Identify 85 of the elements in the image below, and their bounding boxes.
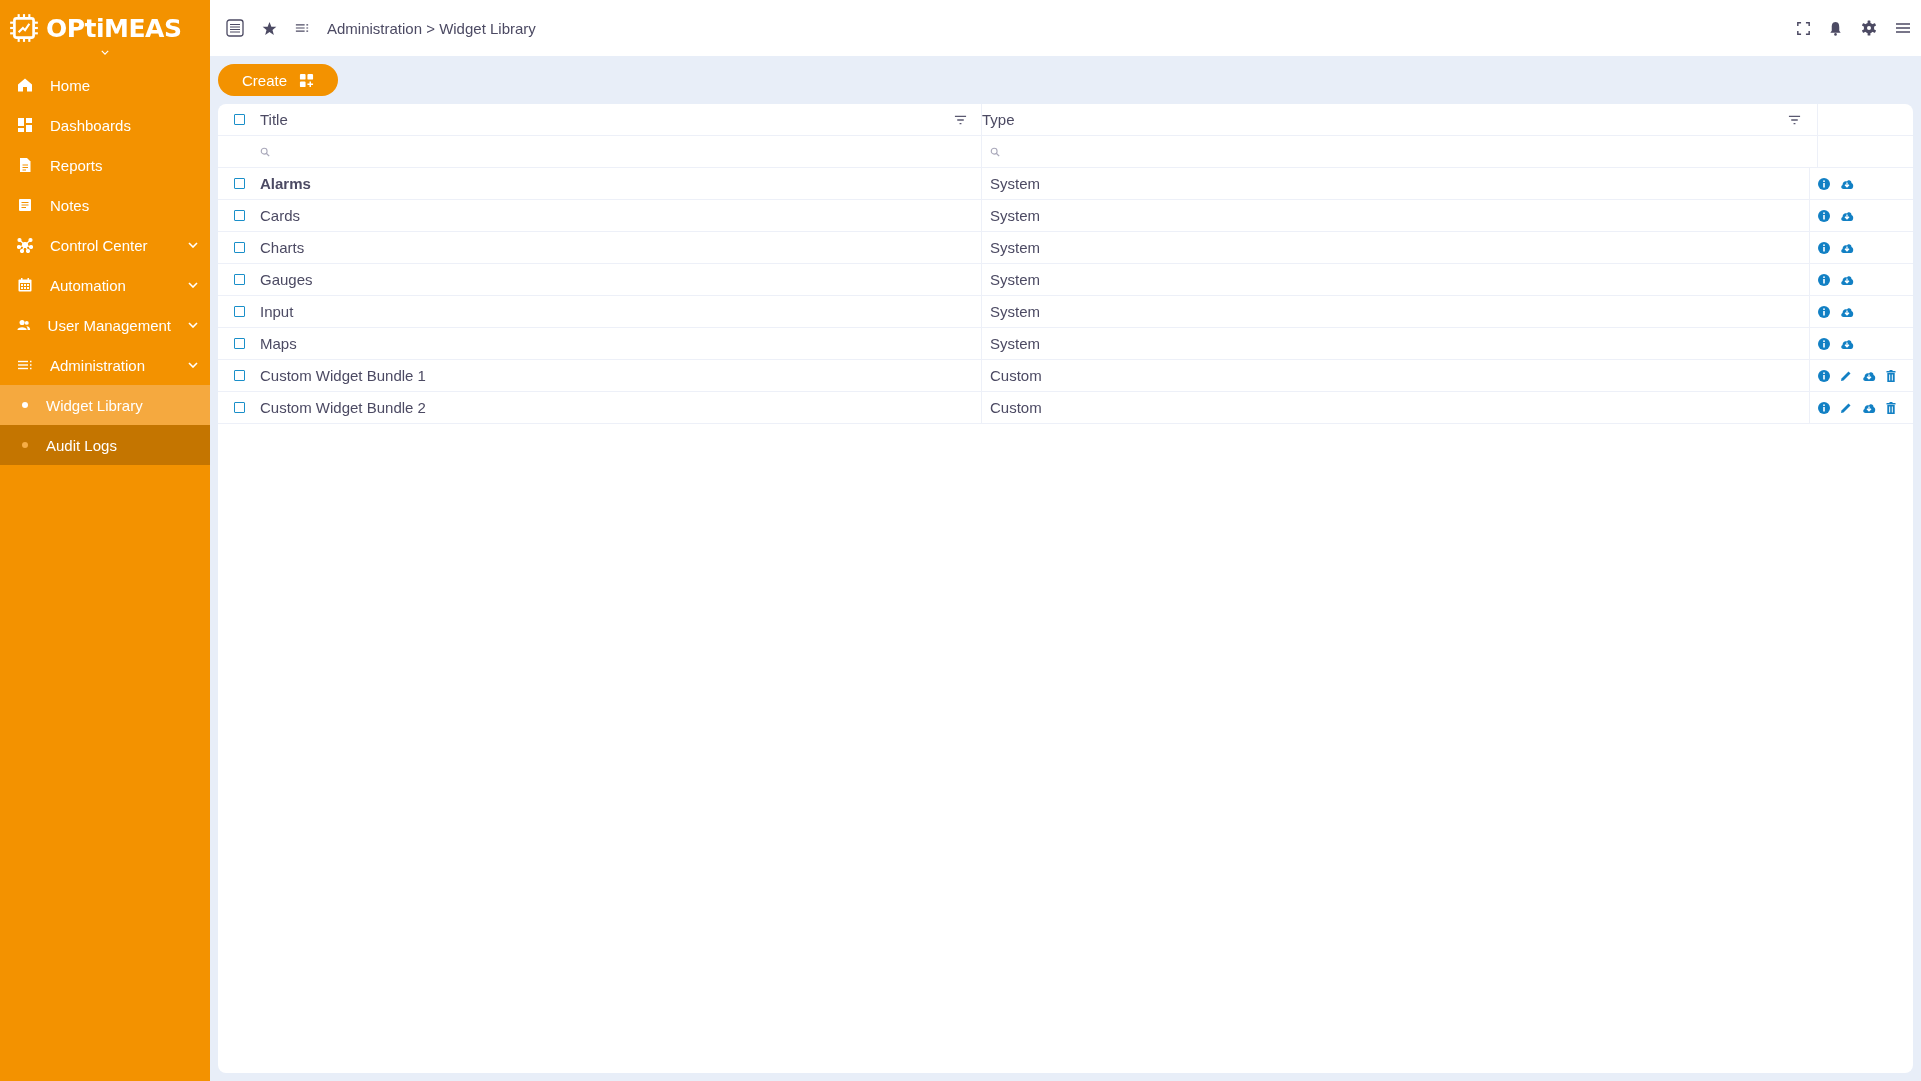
row-checkbox[interactable]: [233, 370, 245, 381]
sidebar-item[interactable]: User Management: [0, 305, 210, 345]
type-cell: Custom: [990, 367, 1042, 384]
title-cell: Gauges: [260, 271, 313, 288]
info-icon[interactable]: [1818, 305, 1830, 318]
info-icon[interactable]: [1818, 177, 1830, 190]
note-icon: [17, 197, 33, 213]
users-icon: [17, 317, 31, 333]
filter-icon[interactable]: [1788, 114, 1801, 125]
sidebar-subitem[interactable]: Audit Logs: [0, 425, 210, 465]
dashboard-icon: [17, 117, 33, 133]
sidebar-item[interactable]: Administration: [0, 345, 210, 385]
cloud-download-icon[interactable]: [1862, 402, 1876, 413]
row-checkbox[interactable]: [233, 274, 245, 285]
title-cell: Custom Widget Bundle 2: [260, 399, 426, 416]
row-checkbox[interactable]: [233, 178, 245, 189]
title-cell: Charts: [260, 239, 305, 256]
cloud-download-icon[interactable]: [1840, 242, 1854, 253]
title-cell: Alarms: [260, 175, 311, 192]
column-header[interactable]: Title: [260, 111, 288, 128]
row-checkbox[interactable]: [233, 402, 245, 413]
info-icon[interactable]: [1818, 369, 1830, 382]
chevron-down-icon[interactable]: [101, 50, 109, 55]
cloud-download-icon[interactable]: [1840, 338, 1854, 349]
network-icon: [17, 237, 33, 253]
cloud-download-icon[interactable]: [1840, 210, 1854, 221]
filter-icon[interactable]: [954, 114, 967, 125]
type-cell: System: [990, 239, 1040, 256]
add-widget-icon: [299, 72, 315, 88]
settings-icon[interactable]: [1861, 20, 1877, 36]
info-icon[interactable]: [1818, 241, 1830, 254]
title-cell: Custom Widget Bundle 1: [260, 367, 426, 384]
cloud-download-icon[interactable]: [1840, 274, 1854, 285]
pencil-icon[interactable]: [1840, 369, 1852, 382]
sidebar-item[interactable]: Automation: [0, 265, 210, 305]
sidebar-item[interactable]: Reports: [0, 145, 210, 185]
type-cell: System: [990, 175, 1040, 192]
trash-icon[interactable]: [1886, 401, 1896, 414]
chevron-down-icon: [188, 322, 198, 328]
row-checkbox[interactable]: [233, 338, 245, 349]
type-cell: System: [990, 271, 1040, 288]
star-icon[interactable]: [262, 20, 277, 36]
sidebar-toggle-icon[interactable]: [226, 19, 244, 37]
home-icon: [17, 77, 33, 93]
select-all-checkbox[interactable]: [233, 114, 245, 125]
sidebar-subitem[interactable]: Widget Library: [0, 385, 210, 425]
document-icon: [17, 157, 33, 173]
info-icon[interactable]: [1818, 337, 1830, 350]
list-icon: [295, 21, 309, 35]
fullscreen-icon[interactable]: [1797, 21, 1810, 35]
cloud-download-icon[interactable]: [1840, 306, 1854, 317]
title-cell: Cards: [260, 207, 300, 224]
row-checkbox[interactable]: [233, 242, 245, 253]
row-checkbox[interactable]: [233, 306, 245, 317]
create-button[interactable]: Create: [218, 64, 339, 96]
chevron-down-icon: [188, 282, 198, 288]
sidebar-item[interactable]: Notes: [0, 185, 210, 225]
chevron-down-icon: [188, 362, 198, 368]
search-icon: [990, 146, 1000, 157]
calendar-icon: [17, 277, 33, 293]
sidebar-item[interactable]: Dashboards: [0, 105, 210, 145]
type-cell: Custom: [990, 399, 1042, 416]
chip-logo-icon: [8, 12, 40, 44]
type-cell: System: [990, 335, 1040, 352]
menu-icon[interactable]: [1895, 20, 1911, 36]
sidebar-item[interactable]: Control Center: [0, 225, 210, 265]
sidebar-item[interactable]: Home: [0, 65, 210, 105]
breadcrumb: Administration > Widget Library: [327, 19, 536, 37]
search-icon: [260, 146, 270, 157]
title-cell: Maps: [260, 335, 297, 352]
type-cell: System: [990, 207, 1040, 224]
trash-icon[interactable]: [1886, 369, 1896, 382]
type-cell: System: [990, 303, 1040, 320]
column-header[interactable]: Type: [982, 111, 1015, 128]
chevron-down-icon: [188, 242, 198, 248]
info-icon[interactable]: [1818, 209, 1830, 222]
info-icon[interactable]: [1818, 401, 1830, 414]
info-icon[interactable]: [1818, 273, 1830, 286]
row-checkbox[interactable]: [233, 210, 245, 221]
logo-wordmark: OPtiMEAS: [46, 13, 182, 43]
cloud-download-icon[interactable]: [1862, 370, 1876, 381]
cloud-download-icon[interactable]: [1840, 178, 1854, 189]
notification-bell-icon[interactable]: [1828, 20, 1843, 36]
pencil-icon[interactable]: [1840, 401, 1852, 414]
title-cell: Input: [260, 303, 294, 320]
